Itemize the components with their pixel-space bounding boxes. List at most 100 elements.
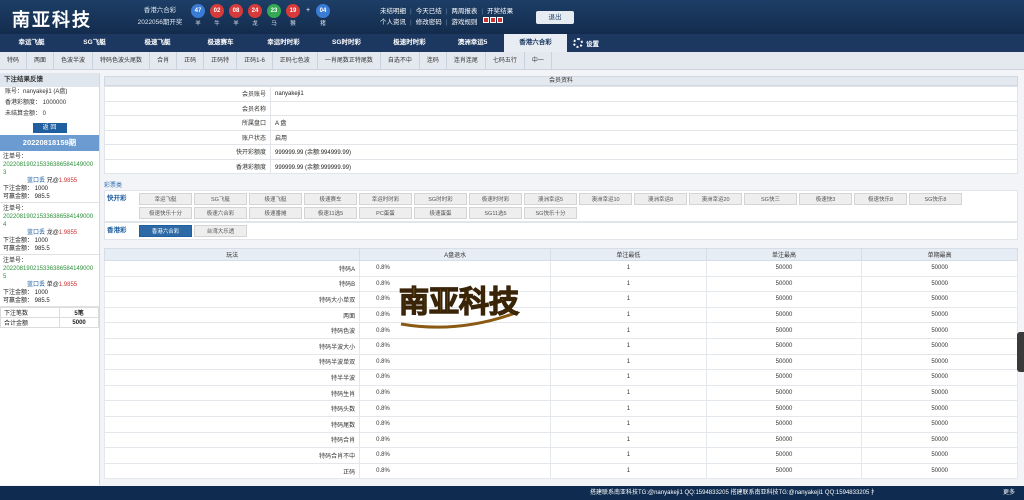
ball-number: 02 (210, 4, 224, 18)
top-link[interactable]: 今天已结 (416, 6, 442, 17)
nav-tab[interactable]: 澳洲幸运5 (441, 34, 504, 52)
nav-tab[interactable]: 极速飞艇 (126, 34, 189, 52)
member-info-table: 会员账号 nanyakeji1 会员名称 所属盘口 A 盘账户状态 启用 快开彩额度 9999… (104, 86, 1018, 174)
play-type-tab[interactable]: 中一 (525, 52, 552, 70)
top-link[interactable]: 游戏规则 (451, 17, 477, 28)
lottery-rebate-button[interactable]: SG飞艇 (194, 193, 247, 205)
top-link[interactable]: 未结明细 (380, 6, 406, 17)
play-type-tab[interactable]: 合肖 (150, 52, 178, 70)
table-cell: 50000 (705, 369, 863, 386)
table-cell: 50000 (705, 322, 863, 339)
play-type-tab[interactable]: 正码七色波 (273, 52, 318, 70)
logout-button[interactable]: 退出 (536, 11, 574, 24)
draw-ball: 47 羊 (190, 4, 206, 27)
play-type-tab[interactable]: 连肖连尾 (447, 52, 486, 70)
lottery-rebate-button[interactable]: 极速蛋蛋 (414, 207, 467, 219)
play-type-tab[interactable]: 七码五行 (486, 52, 525, 70)
play-type-tab[interactable]: 色波半波 (54, 52, 94, 70)
lottery-rebate-button[interactable]: 极速六合彩 (194, 207, 247, 219)
top-link[interactable]: 两周报表 (451, 6, 477, 17)
nav-tab[interactable]: 幸运时时彩 (252, 34, 315, 52)
play-name: 特码B (103, 275, 361, 293)
lottery-rebate-button[interactable]: 极速快乐8 (854, 193, 907, 205)
table-cell: 50000 (861, 384, 1018, 402)
settings-button[interactable]: 设置 (567, 34, 599, 52)
lottery-rebate-button[interactable]: SG快乐8 (909, 193, 962, 205)
play-name: 两面 (103, 306, 361, 324)
lottery-rebate-button[interactable]: 极速快3 (799, 193, 852, 205)
table-cell: 0.8% (359, 384, 552, 402)
lottery-rebate-button[interactable]: 极速快乐十分 (139, 207, 192, 219)
side-scroll-tab[interactable] (1017, 332, 1024, 372)
lottery-rebate-button[interactable]: SG11选5 (469, 207, 522, 219)
play-type-tab[interactable]: 正码1-6 (237, 52, 273, 70)
nav-tab[interactable]: 香港六合彩 (504, 34, 567, 52)
lottery-rebate-button[interactable]: 台湾大乐透 (194, 225, 247, 237)
win-amount: 可赢金额： 985.5 (3, 298, 50, 304)
member-row: 快开彩额度 999999.99 (余额:994999.99) (104, 144, 1018, 160)
lottery-rebate-button[interactable]: 澳洲幸运5 (524, 193, 577, 205)
footer-more-link[interactable]: 更多 (1003, 486, 1015, 500)
play-type-tab[interactable]: 正码特 (204, 52, 238, 70)
bet-order: 注单号： 2022081902153363865841490003 蓝口丢 兄@1.… (0, 151, 99, 203)
top-link[interactable]: 修改密码 (416, 17, 442, 28)
table-cell: 50000 (861, 431, 1018, 449)
nav-tab[interactable]: 极速赛车 (189, 34, 252, 52)
table-row: 特码合肖不中 0.8% 1 50000 50000 (103, 447, 1018, 464)
top-header: 南亚科技 香港六合彩 2022056期开奖 47 羊 02 牛 08 羊 24 龙 23 马 19 猴… (0, 0, 1024, 34)
lottery-rebate-button[interactable]: SG快三 (744, 193, 797, 205)
rebate-section-title: 彩票类 (104, 183, 123, 189)
lottery-rebate-button[interactable]: SG快乐十分 (524, 207, 577, 219)
order-label: 注单号： (3, 206, 28, 212)
member-field-value: 999999.99 (余额:994999.99) (270, 144, 1018, 160)
nav-tab[interactable]: SG时时彩 (315, 34, 378, 52)
nav-tab[interactable]: 极速时时彩 (378, 34, 441, 52)
table-cell: 0.8% (359, 447, 552, 464)
play-type-tab[interactable]: 一肖尾数正特尾数 (318, 52, 381, 70)
draw-ball: 02 牛 (209, 4, 225, 27)
lottery-rebate-button[interactable]: 香港六合彩 (139, 225, 192, 237)
top-link[interactable]: 开奖结果 (487, 6, 513, 17)
ball-number: 23 (267, 4, 281, 18)
table-cell: 50000 (861, 400, 1018, 417)
link-separator: | (410, 19, 412, 26)
play-type-tab[interactable]: 连码 (420, 52, 447, 70)
lottery-rebate-button[interactable]: PC蛋蛋 (359, 207, 412, 219)
lottery-rebate-button[interactable]: 澳洲幸运20 (689, 193, 742, 205)
lottery-rebate-button[interactable]: SG时时彩 (414, 193, 467, 205)
member-field-label: 所属盘口 (104, 115, 271, 131)
order-label: 注单号： (3, 258, 28, 264)
lottery-rebate-button[interactable]: 极速番摊 (249, 207, 302, 219)
pick-type: 蓝口丢 (27, 282, 46, 288)
top-link[interactable]: 个人资讯 (380, 17, 406, 28)
back-button[interactable]: 返 回 (32, 123, 67, 133)
rebate-group: 快开彩 幸运飞艇 SG飞艇 极速飞艇 极速赛车 幸运时时彩 SG时时彩 极速时时彩 澳洲幸运5 澳… (104, 190, 1018, 222)
lottery-rebate-button[interactable]: 极速11选5 (304, 207, 357, 219)
play-type-tab[interactable]: 自选不中 (381, 52, 420, 70)
lottery-rebate-button[interactable]: 幸运飞艇 (139, 193, 192, 205)
top-links: 未结明细 | 今天已结 | 两周报表 | 开奖结果 个人资讯 | 修改密码 | 游戏规则 (380, 6, 513, 28)
lottery-rebate-button[interactable]: 极速飞艇 (249, 193, 302, 205)
table-cell: 0.8% (359, 337, 552, 355)
summary-value: 5000 (59, 317, 99, 328)
member-field-label: 快开彩额度 (104, 144, 271, 160)
member-field-value: A 盘 (270, 115, 1018, 131)
pick-type: 蓝口丢 (27, 178, 46, 184)
member-field-label: 香港彩额度 (104, 158, 271, 174)
summary-value: 5笔 (59, 307, 99, 318)
rebate-group: 香港彩 香港六合彩 台湾大乐透 (104, 222, 1018, 240)
sound-toggle-icon[interactable] (483, 17, 504, 28)
lottery-rebate-button[interactable]: 澳洲幸运10 (579, 193, 632, 205)
play-type-tab[interactable]: 两面 (27, 52, 55, 70)
lottery-rebate-button[interactable]: 极速时时彩 (469, 193, 522, 205)
play-type-tab[interactable]: 特码色波头尾数 (93, 52, 151, 70)
lottery-rebate-button[interactable]: 极速赛车 (304, 193, 357, 205)
play-type-tab[interactable]: 特码 (0, 52, 28, 70)
table-row: 正码 0.8% 1 50000 50000 (103, 462, 1018, 480)
play-type-tab[interactable]: 正码 (177, 52, 205, 70)
nav-tab[interactable]: SG飞艇 (63, 34, 126, 52)
lottery-rebate-button[interactable]: 澳洲幸运8 (634, 193, 687, 205)
lottery-rebate-button[interactable]: 幸运时时彩 (359, 193, 412, 205)
ball-zodiac: 猴 (290, 21, 296, 27)
nav-tab[interactable]: 幸运飞艇 (0, 34, 63, 52)
